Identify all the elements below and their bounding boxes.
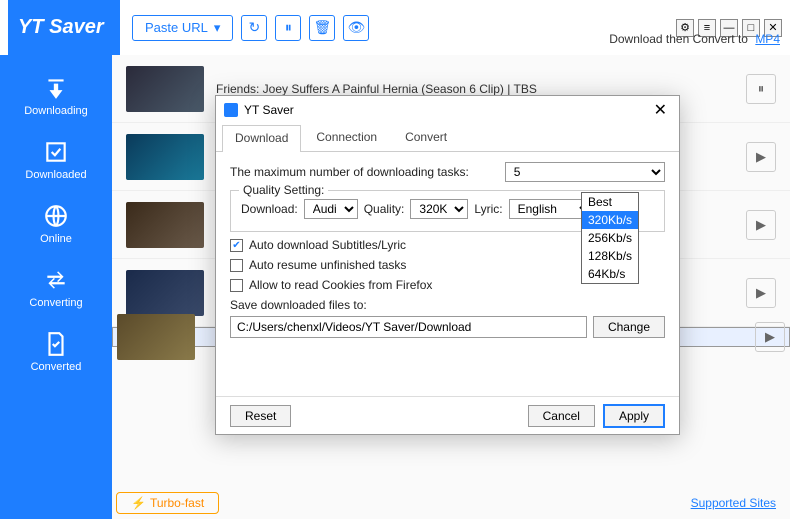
lyric-label: Lyric: (474, 202, 502, 216)
convert-format-link[interactable]: MP4 (755, 32, 780, 46)
save-path-label: Save downloaded files to: (230, 298, 665, 312)
tab-download[interactable]: Download (222, 125, 301, 152)
quality-option[interactable]: Best (582, 193, 638, 211)
nav-converted[interactable]: Converted (31, 331, 82, 373)
download-mode-select[interactable]: Audio (304, 199, 358, 219)
video-thumbnail (126, 66, 204, 112)
play-button[interactable]: ▶ (746, 142, 776, 172)
quality-option[interactable]: 320Kb/s (582, 211, 638, 229)
pause-button[interactable]: ⏸ (746, 74, 776, 104)
play-button[interactable]: ▶ (746, 278, 776, 308)
download-mode-label: Download: (241, 202, 298, 216)
checkbox-icon (230, 279, 243, 292)
app-logo: YT Saver (8, 0, 120, 55)
turbo-badge[interactable]: ⚡ Turbo-fast (116, 492, 219, 514)
quality-dropdown: Best 320Kb/s 256Kb/s 128Kb/s 64Kb/s (581, 192, 639, 284)
refresh-icon[interactable]: ↻ (241, 15, 267, 41)
tab-convert[interactable]: Convert (392, 124, 460, 151)
max-tasks-select[interactable]: 5 (505, 162, 665, 182)
checkbox-icon (230, 259, 243, 272)
quality-legend: Quality Setting: (239, 183, 328, 197)
pause-all-icon[interactable]: ⏸ (275, 15, 301, 41)
convert-format-line: Download then Convert to MP4 (609, 32, 780, 46)
video-thumbnail (126, 202, 204, 248)
quality-select[interactable]: 320Kb/s (410, 199, 468, 219)
nav-online[interactable]: Online (40, 203, 72, 245)
preview-icon[interactable]: 👁 (343, 15, 369, 41)
quality-option[interactable]: 128Kb/s (582, 247, 638, 265)
change-path-button[interactable]: Change (593, 316, 665, 338)
video-thumbnail (126, 134, 204, 180)
max-tasks-label: The maximum number of downloading tasks: (230, 165, 469, 179)
dialog-title: YT Saver (244, 103, 294, 117)
app-icon (224, 103, 238, 117)
quality-option[interactable]: 256Kb/s (582, 229, 638, 247)
apply-button[interactable]: Apply (603, 404, 665, 428)
quality-label: Quality: (364, 202, 405, 216)
bolt-icon: ⚡ (131, 496, 146, 510)
supported-sites-link[interactable]: Supported Sites (691, 496, 776, 510)
quality-option[interactable]: 64Kb/s (582, 265, 638, 283)
chevron-down-icon: ▾ (214, 20, 221, 36)
video-thumbnail (126, 270, 204, 316)
paste-url-button[interactable]: Paste URL ▾ (132, 15, 233, 41)
nav-downloading[interactable]: Downloading (24, 75, 88, 117)
checkbox-icon: ✔ (230, 239, 243, 252)
tab-connection[interactable]: Connection (303, 124, 390, 151)
paste-url-label: Paste URL (145, 20, 208, 35)
video-title: Friends: Joey Suffers A Painful Hernia (… (216, 82, 746, 96)
play-button[interactable]: ▶ (746, 210, 776, 240)
nav-converting[interactable]: Converting (29, 267, 82, 309)
video-thumbnail (117, 314, 195, 360)
play-button[interactable]: ▶ (755, 322, 785, 352)
nav-downloaded[interactable]: Downloaded (25, 139, 86, 181)
cancel-button[interactable]: Cancel (528, 405, 595, 427)
delete-icon[interactable]: 🗑 (309, 15, 335, 41)
reset-button[interactable]: Reset (230, 405, 291, 427)
save-path-input[interactable] (230, 316, 587, 338)
dialog-close-icon[interactable]: ✕ (650, 100, 671, 120)
